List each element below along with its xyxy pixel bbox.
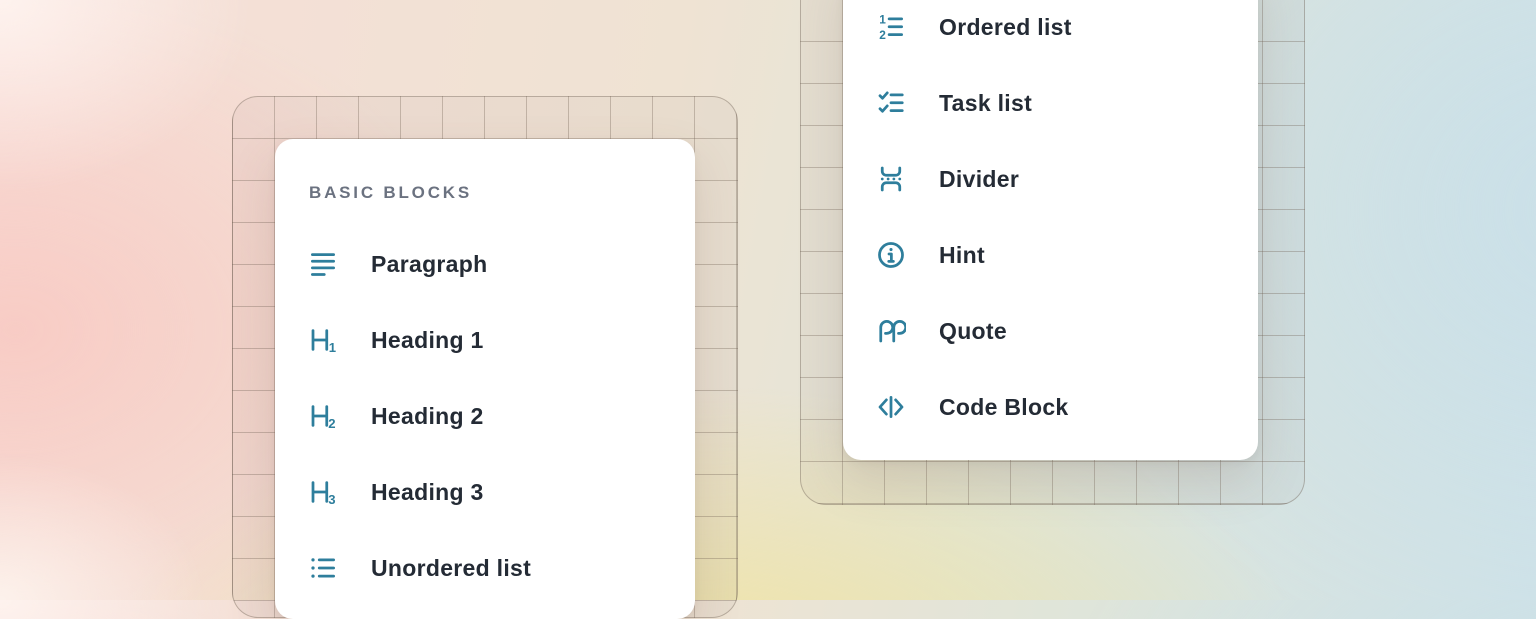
menu-item-label: Heading 3: [371, 479, 484, 506]
task-list-icon: [876, 88, 906, 118]
menu-item-label: Code Block: [939, 394, 1069, 421]
menu-item-code-block[interactable]: Code Block: [843, 369, 1258, 445]
menu-item-heading-3[interactable]: 3 Heading 3: [275, 454, 695, 530]
svg-text:1: 1: [329, 340, 336, 355]
unordered-list-icon: [308, 553, 338, 583]
menu-item-task-list[interactable]: Task list: [843, 65, 1258, 141]
menu-item-unordered-list[interactable]: Unordered list: [275, 530, 695, 606]
svg-text:1: 1: [879, 13, 886, 27]
code-block-icon: [876, 392, 906, 422]
heading-2-icon: 2: [308, 401, 338, 431]
heading-3-icon: 3: [308, 477, 338, 507]
ordered-list-icon: 12: [876, 12, 906, 42]
menu-item-label: Ordered list: [939, 14, 1072, 41]
basic-blocks-list: Paragraph 1 Heading 1 2 Heading 2 3 Heading 3 U…: [275, 226, 695, 606]
menu-item-hint[interactable]: Hint: [843, 217, 1258, 293]
menu-item-heading-1[interactable]: 1 Heading 1: [275, 302, 695, 378]
quote-icon: [876, 316, 906, 346]
menu-item-label: Task list: [939, 90, 1032, 117]
svg-text:3: 3: [328, 492, 335, 507]
menu-item-label: Divider: [939, 166, 1019, 193]
menu-item-ordered-list[interactable]: 12 Ordered list: [843, 0, 1258, 65]
svg-text:2: 2: [328, 416, 335, 431]
menu-item-label: Quote: [939, 318, 1007, 345]
heading-1-icon: 1: [308, 325, 338, 355]
basic-blocks-heading: BASIC BLOCKS: [309, 181, 695, 205]
menu-item-paragraph[interactable]: Paragraph: [275, 226, 695, 302]
menu-item-label: Hint: [939, 242, 985, 269]
blocks-menu-continued: 12 Ordered list Task list Divider Hint Quote C…: [843, 0, 1258, 460]
menu-item-label: Paragraph: [371, 251, 487, 278]
menu-item-label: Unordered list: [371, 555, 531, 582]
divider-icon: [876, 164, 906, 194]
menu-item-quote[interactable]: Quote: [843, 293, 1258, 369]
menu-item-label: Heading 2: [371, 403, 484, 430]
paragraph-icon: [308, 249, 338, 279]
menu-item-divider[interactable]: Divider: [843, 141, 1258, 217]
blocks-list-continued: 12 Ordered list Task list Divider Hint Quote C…: [843, 0, 1258, 445]
menu-item-label: Heading 1: [371, 327, 484, 354]
hint-icon: [876, 240, 906, 270]
svg-text:2: 2: [879, 28, 886, 42]
basic-blocks-menu: BASIC BLOCKS Paragraph 1 Heading 1 2 Heading…: [275, 139, 695, 619]
menu-item-heading-2[interactable]: 2 Heading 2: [275, 378, 695, 454]
